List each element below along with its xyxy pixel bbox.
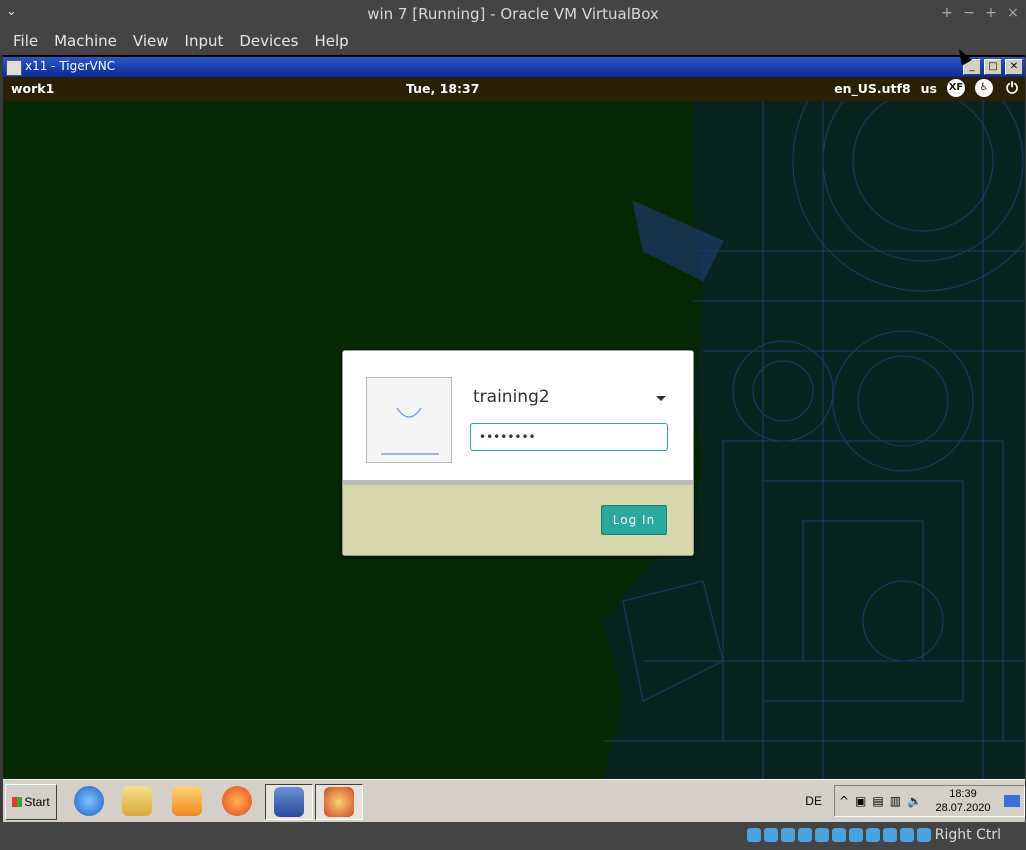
close-icon[interactable]: ×	[1006, 4, 1020, 22]
host-key-label: Right Ctrl	[934, 827, 1001, 843]
taskbar-time: 18:39	[949, 788, 977, 800]
menu-machine[interactable]: Machine	[46, 28, 125, 54]
user-dropdown-arrow-icon[interactable]	[656, 396, 666, 401]
audio-icon[interactable]	[781, 828, 795, 842]
usb-icon[interactable]	[815, 828, 829, 842]
tigervnc-icon[interactable]	[6, 60, 22, 76]
virtualization-icon[interactable]	[883, 828, 897, 842]
login-dialog: training2 Log In	[342, 350, 694, 556]
power-icon[interactable]: ⏻	[1003, 79, 1021, 97]
accessibility-icon[interactable]: ♿	[975, 79, 993, 97]
user-avatar	[366, 377, 452, 463]
notification-area: ^ ▣ ▤ ▥ 🔈 18:39 28.07.2020	[833, 785, 1025, 817]
network-icon[interactable]	[798, 828, 812, 842]
locale-indicator[interactable]: en_US.utf8	[834, 81, 911, 96]
show-hidden-icons-icon[interactable]: ^	[839, 794, 849, 808]
vnc-close-icon[interactable]: ✕	[1005, 59, 1023, 75]
window-title: win 7 [Running] - Oracle VM VirtualBox	[367, 5, 659, 23]
menu-file[interactable]: File	[5, 28, 46, 54]
username-label[interactable]: training2	[473, 387, 550, 407]
firefox-icon[interactable]	[217, 784, 257, 818]
minimize-icon[interactable]: −	[962, 4, 976, 22]
tigervnc-taskbar-button[interactable]	[315, 784, 363, 820]
start-button[interactable]: Start	[5, 784, 57, 820]
network-error-icon[interactable]: ▣	[855, 794, 866, 808]
gnome-top-bar: work1 Tue, 18:37 en_US.utf8 us XF ♿ ⏻	[3, 77, 1025, 101]
hostname-label: work1	[11, 81, 55, 96]
volume-icon[interactable]: 🔈	[907, 794, 922, 808]
login-button[interactable]: Log In	[601, 505, 667, 535]
optical-drive-icon[interactable]	[764, 828, 778, 842]
recording-icon[interactable]	[866, 828, 880, 842]
file-explorer-icon[interactable]	[117, 784, 157, 818]
tigervnc-window: x11 - TigerVNC _ □ ✕ work1 Tue, 18:37 en…	[3, 55, 1025, 779]
virtualbox-menubar: File Machine View Input Devices Help	[0, 28, 1026, 55]
keep-above-icon[interactable]: +	[940, 4, 954, 22]
display-icon[interactable]: ▥	[890, 794, 901, 808]
menu-input[interactable]: Input	[177, 28, 232, 54]
menu-devices[interactable]: Devices	[231, 28, 306, 54]
taskbar-clock[interactable]: 18:39 28.07.2020	[928, 787, 998, 815]
menu-help[interactable]: Help	[306, 28, 356, 54]
maximize-icon[interactable]: +	[984, 4, 998, 22]
keyboard-layout-indicator[interactable]: us	[921, 81, 937, 96]
device-status-icons	[747, 828, 931, 842]
network-app-taskbar-button[interactable]	[265, 784, 313, 820]
language-indicator[interactable]: DE	[805, 794, 822, 808]
windows-logo-icon	[12, 797, 23, 807]
taskbar-date: 28.07.2020	[935, 802, 991, 814]
dialog-footer: Log In	[343, 480, 693, 555]
login-screen-background: training2 Log In	[3, 101, 1025, 779]
display-status-icon[interactable]	[849, 828, 863, 842]
keyboard-capture-icon[interactable]	[917, 828, 931, 842]
device-icon[interactable]: ▤	[872, 794, 883, 808]
input-method-icon[interactable]: XF	[947, 79, 965, 97]
internet-explorer-icon[interactable]	[69, 784, 109, 818]
vnc-window-controls: _ □ ✕	[963, 59, 1023, 75]
mouse-integration-icon[interactable]	[900, 828, 914, 842]
show-desktop-icon[interactable]	[1004, 795, 1020, 807]
virtualbox-titlebar: ⌄ win 7 [Running] - Oracle VM VirtualBox…	[0, 0, 1026, 28]
windows-taskbar: Start DE ^ ▣ ▤ ▥ 🔈 18:39 28.07.2020	[3, 779, 1025, 823]
menu-view[interactable]: View	[125, 28, 177, 54]
clock-label[interactable]: Tue, 18:37	[406, 81, 479, 96]
window-controls: + − + ×	[940, 4, 1020, 22]
virtualbox-statusbar: Right Ctrl	[0, 822, 1026, 850]
vnc-titlebar: x11 - TigerVNC _ □ ✕	[3, 57, 1025, 77]
vnc-maximize-icon[interactable]: □	[984, 59, 1002, 75]
shared-folders-icon[interactable]	[832, 828, 846, 842]
start-label: Start	[24, 795, 50, 809]
vnc-window-title: x11 - TigerVNC	[25, 59, 116, 73]
media-player-icon[interactable]	[167, 784, 207, 818]
password-field[interactable]	[470, 423, 668, 451]
top-bar-status-area: en_US.utf8 us XF ♿ ⏻	[834, 79, 1021, 97]
system-tray: DE ^ ▣ ▤ ▥ 🔈 18:39 28.07.2020	[805, 784, 1025, 818]
hard-disk-icon[interactable]	[747, 828, 761, 842]
